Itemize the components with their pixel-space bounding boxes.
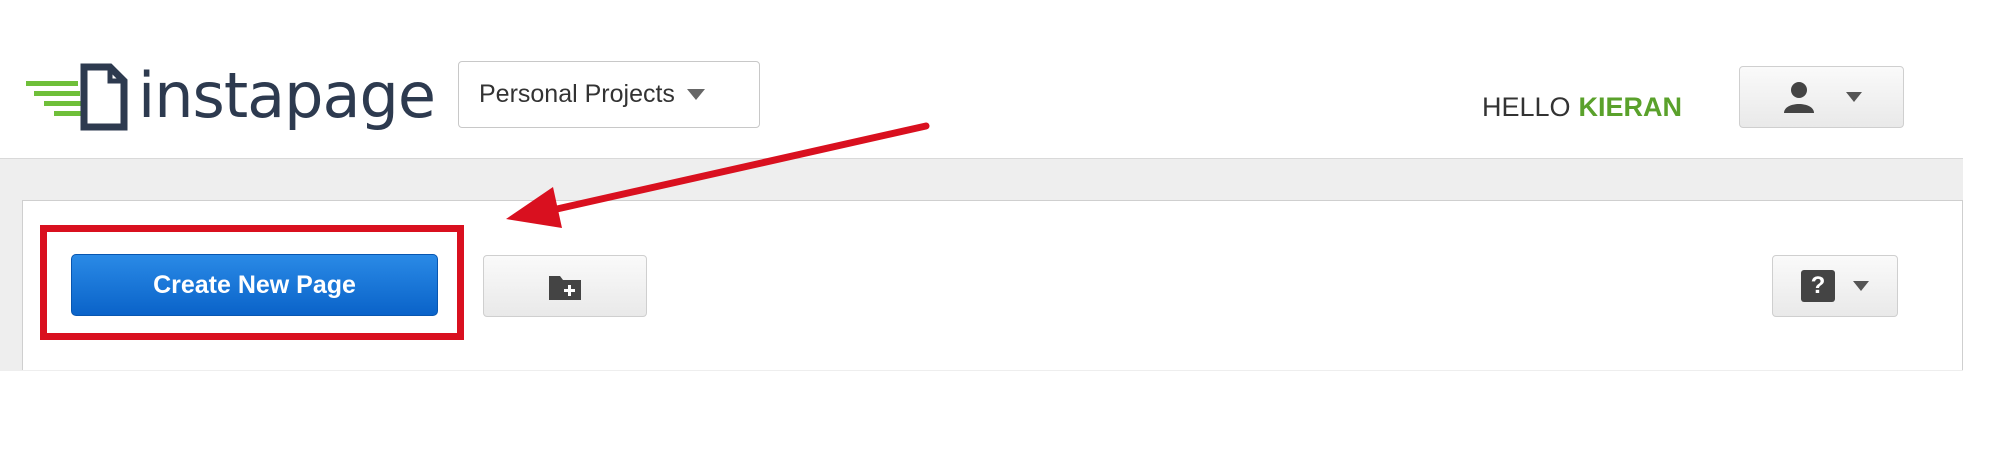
logo-text: instapage [138, 59, 436, 132]
user-greeting: HELLO KIERAN [1482, 92, 1682, 123]
help-menu-button[interactable]: ? [1772, 255, 1898, 317]
project-selector-value: Personal Projects [479, 80, 675, 108]
user-menu-button[interactable] [1739, 66, 1904, 128]
new-folder-button[interactable] [483, 255, 647, 317]
chevron-down-icon [1845, 92, 1862, 102]
folder-plus-icon [549, 276, 581, 300]
project-selector[interactable]: Personal Projects [458, 61, 760, 128]
chevron-down-icon [686, 89, 705, 100]
create-new-page-button[interactable]: Create New Page [71, 254, 438, 316]
question-mark-icon: ? [1801, 270, 1835, 302]
top-bar: instapage Personal Projects HELLO KIERAN [0, 0, 1989, 158]
chevron-down-icon [1853, 281, 1869, 291]
greeting-prefix: HELLO [1482, 92, 1571, 122]
instapage-logo[interactable]: instapage [26, 58, 436, 134]
user-name: KIERAN [1578, 92, 1683, 122]
logo-mark-icon [26, 63, 128, 131]
user-icon [1783, 82, 1814, 113]
